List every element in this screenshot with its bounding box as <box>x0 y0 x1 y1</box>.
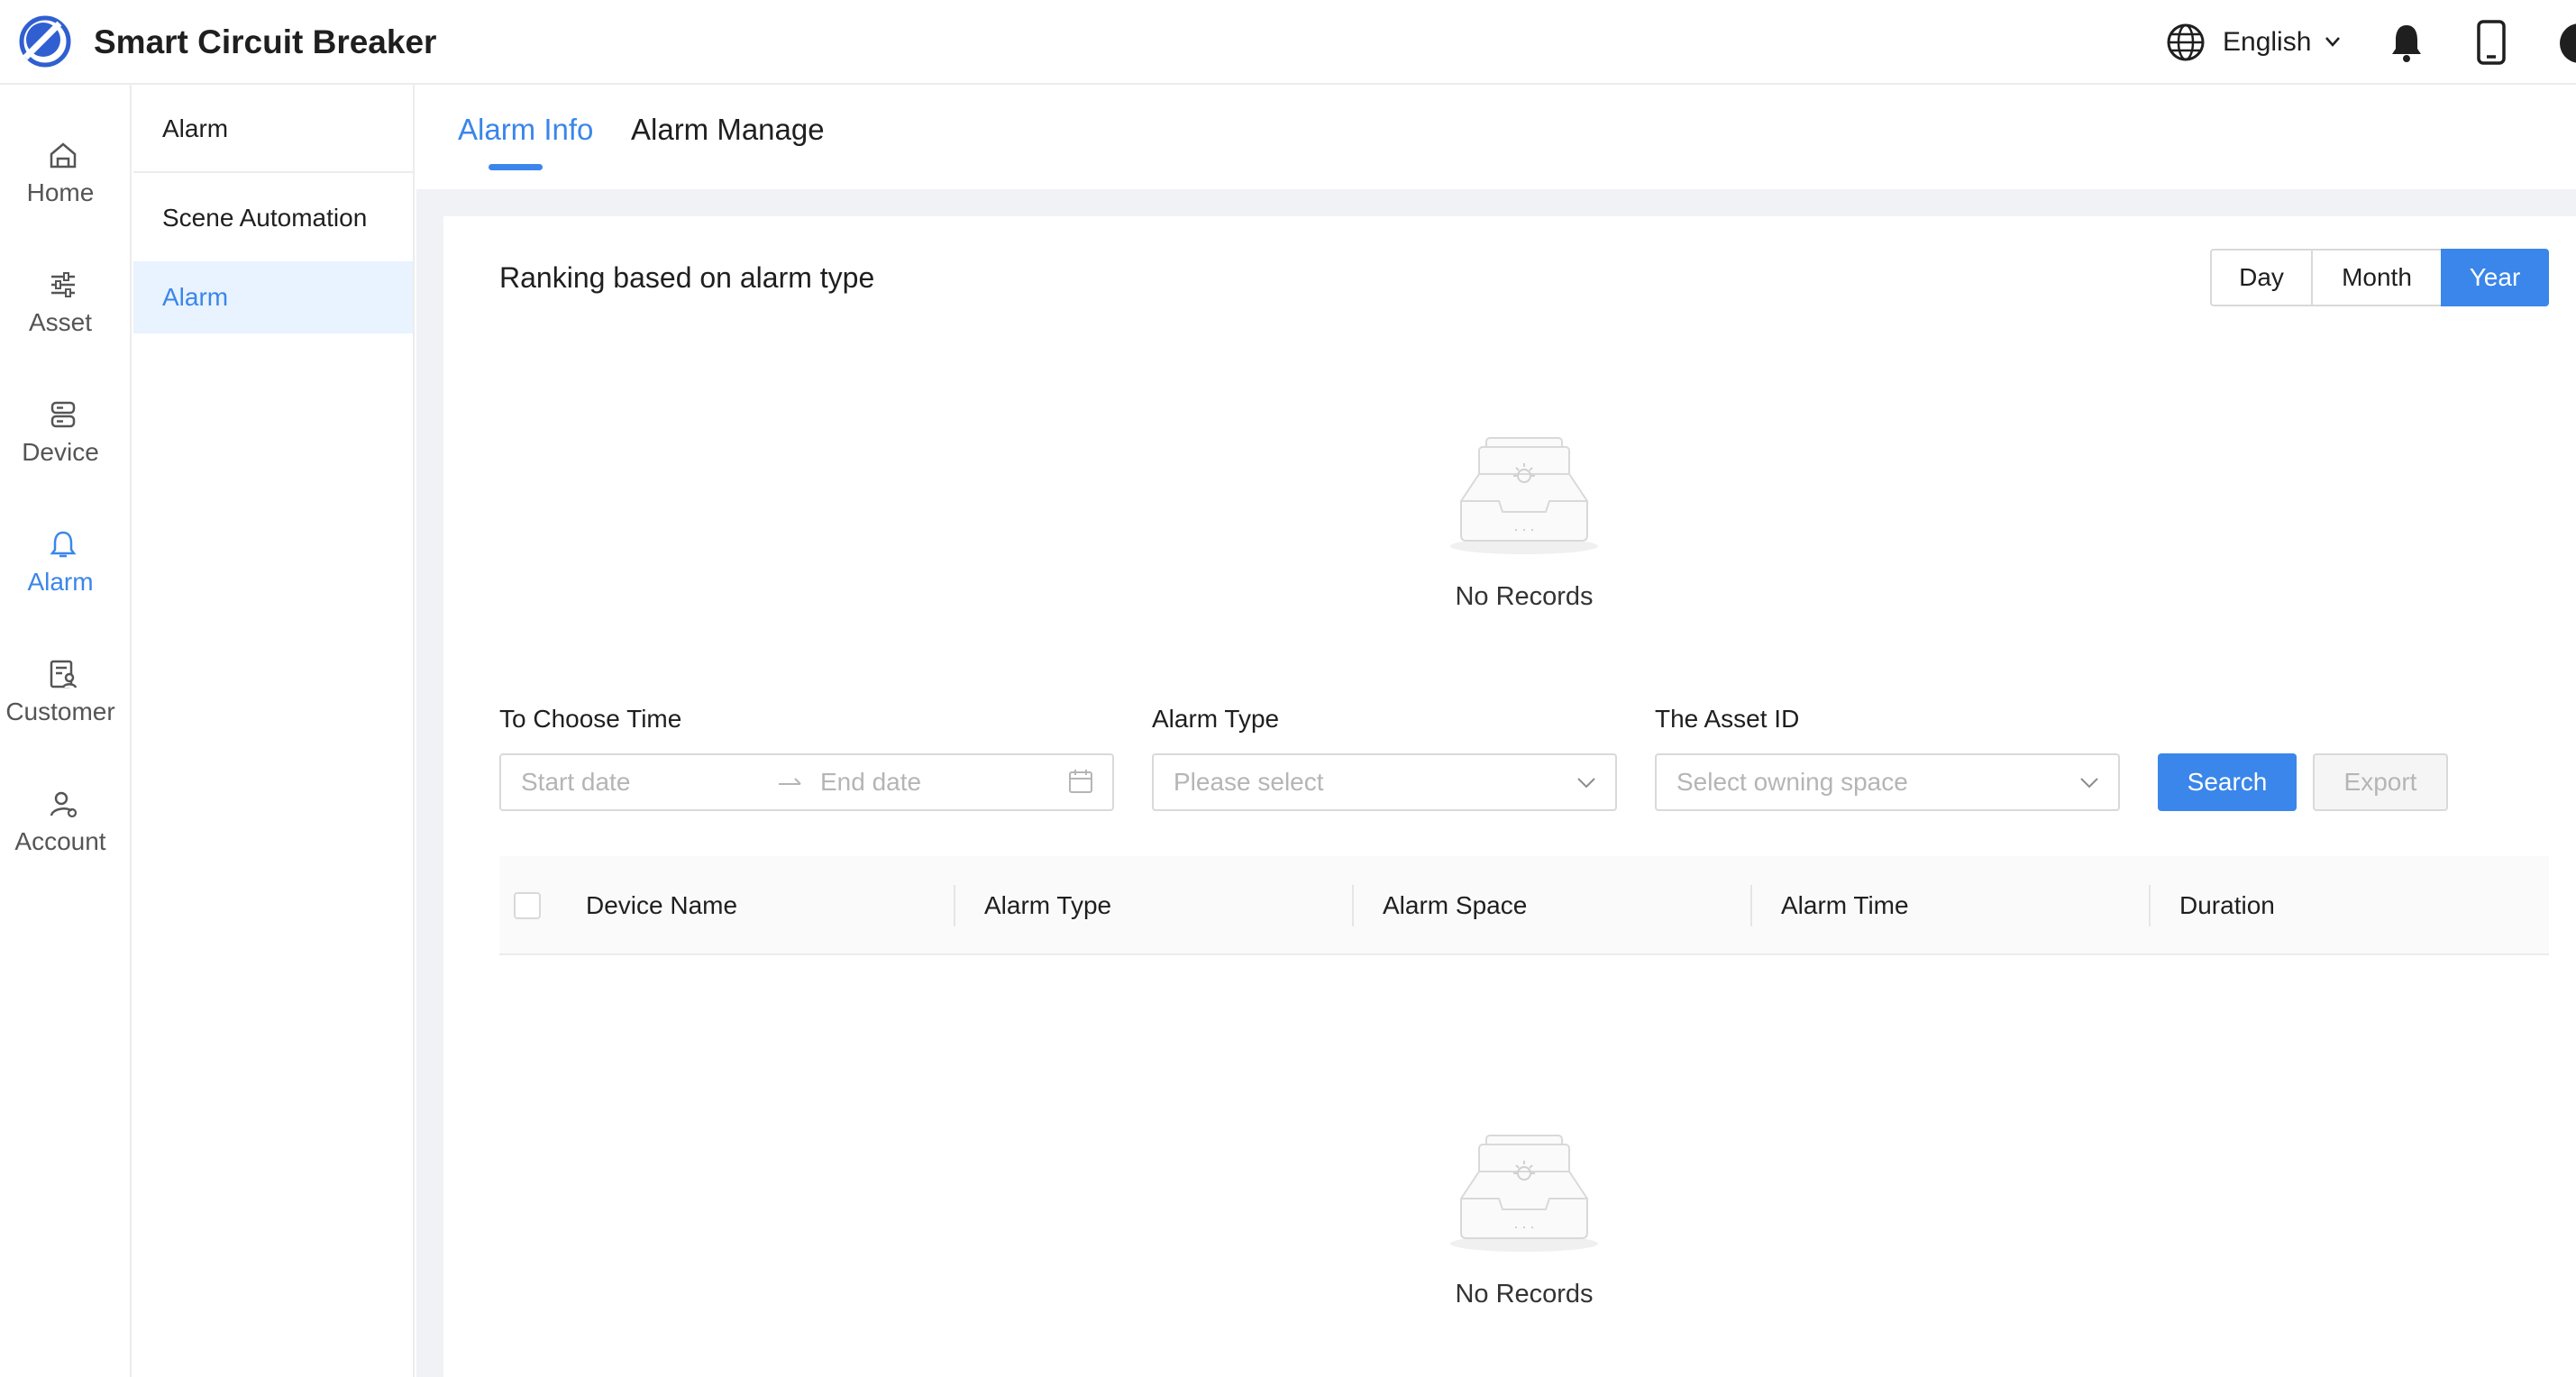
rail-item-asset[interactable]: Asset <box>0 251 130 359</box>
user-icon <box>50 791 78 818</box>
rail-label: Customer <box>5 698 115 725</box>
language-selector[interactable]: English <box>2223 23 2311 61</box>
column-header-alarm-type[interactable]: Alarm Type <box>984 856 1111 955</box>
alarm-type-select[interactable]: Please select <box>1152 753 1617 811</box>
date-range-picker[interactable]: Start date End date <box>499 753 1114 811</box>
submenu-item-alarm[interactable]: Alarm <box>133 261 413 333</box>
column-header-device-name[interactable]: Device Name <box>586 856 737 955</box>
rail-label: Device <box>22 438 99 466</box>
home-icon <box>50 142 77 169</box>
bell-icon[interactable] <box>2389 22 2425 63</box>
arrow-right-icon <box>779 778 801 785</box>
submenu-item-scene-automation[interactable]: Scene Automation <box>133 182 413 254</box>
asset-space-select[interactable]: Select owning space <box>1655 753 2120 811</box>
chevron-down-icon <box>2080 778 2098 789</box>
icon-rail: Home Asset Device Alarm Customer Account <box>0 85 132 1377</box>
ranking-empty-state: No Records <box>1389 424 1659 615</box>
asset-id-filter-label: The Asset ID <box>1655 705 1800 733</box>
asset-space-placeholder: Select owning space <box>1676 768 1908 796</box>
chevron-down-icon[interactable] <box>2324 32 2342 50</box>
server-icon <box>50 401 76 428</box>
rail-item-home[interactable]: Home <box>0 121 130 229</box>
active-tab-indicator <box>489 164 543 170</box>
bell-icon <box>50 531 77 558</box>
column-divider <box>954 885 955 926</box>
tab-alarm-info[interactable]: Alarm Info <box>458 110 593 150</box>
sliders-icon <box>51 272 75 297</box>
column-divider <box>1352 885 1354 926</box>
tabs-bar: Alarm Info Alarm Manage <box>416 85 2576 189</box>
rail-label: Home <box>26 178 95 206</box>
export-button[interactable]: Export <box>2313 753 2448 811</box>
globe-icon[interactable] <box>2165 22 2206 63</box>
start-date-input[interactable]: Start date <box>521 755 630 809</box>
chevron-down-icon <box>1577 778 1595 789</box>
column-divider <box>2149 885 2151 926</box>
calendar-icon <box>1069 770 1092 793</box>
rail-item-alarm[interactable]: Alarm <box>0 510 130 618</box>
secondary-menu: Alarm Scene Automation Alarm <box>133 85 415 1377</box>
table-empty-state: No Records <box>1389 1121 1659 1312</box>
logo-icon[interactable] <box>16 13 74 70</box>
empty-box-icon <box>1450 1135 1598 1252</box>
tab-alarm-manage[interactable]: Alarm Manage <box>631 110 825 150</box>
period-day-button[interactable]: Day <box>2210 249 2313 306</box>
alarm-table-header: Device Name Alarm Type Alarm Space Alarm… <box>499 856 2549 955</box>
column-divider <box>1750 885 1752 926</box>
alarm-type-filter-label: Alarm Type <box>1152 705 1280 733</box>
empty-box-icon <box>1450 437 1598 554</box>
rail-item-customer[interactable]: Customer <box>0 640 130 748</box>
rail-label: Alarm <box>27 568 94 596</box>
column-header-duration[interactable]: Duration <box>2179 856 2275 955</box>
table-empty-text: No Records <box>1455 1280 1594 1309</box>
select-all-checkbox[interactable] <box>514 892 541 919</box>
customer-icon <box>50 660 78 688</box>
top-header: Smart Circuit Breaker English <box>0 0 2576 85</box>
rail-item-account[interactable]: Account <box>0 770 130 878</box>
phone-icon[interactable] <box>2477 20 2506 65</box>
alarm-type-placeholder: Please select <box>1174 768 1324 796</box>
rail-item-device[interactable]: Device <box>0 380 130 488</box>
period-month-button[interactable]: Month <box>2311 249 2443 306</box>
period-year-button[interactable]: Year <box>2441 249 2549 306</box>
column-header-alarm-time[interactable]: Alarm Time <box>1781 856 1909 955</box>
ranking-empty-text: No Records <box>1455 582 1594 611</box>
app-title: Smart Circuit Breaker <box>94 23 437 60</box>
search-button[interactable]: Search <box>2158 753 2297 811</box>
column-header-alarm-space[interactable]: Alarm Space <box>1383 856 1527 955</box>
end-date-input[interactable]: End date <box>820 755 921 809</box>
avatar-icon[interactable] <box>2560 23 2576 63</box>
submenu-header: Alarm <box>133 85 413 173</box>
rail-label: Asset <box>28 308 93 336</box>
ranking-title: Ranking based on alarm type <box>499 261 875 294</box>
time-filter-label: To Choose Time <box>499 705 682 733</box>
rail-label: Account <box>14 827 106 855</box>
